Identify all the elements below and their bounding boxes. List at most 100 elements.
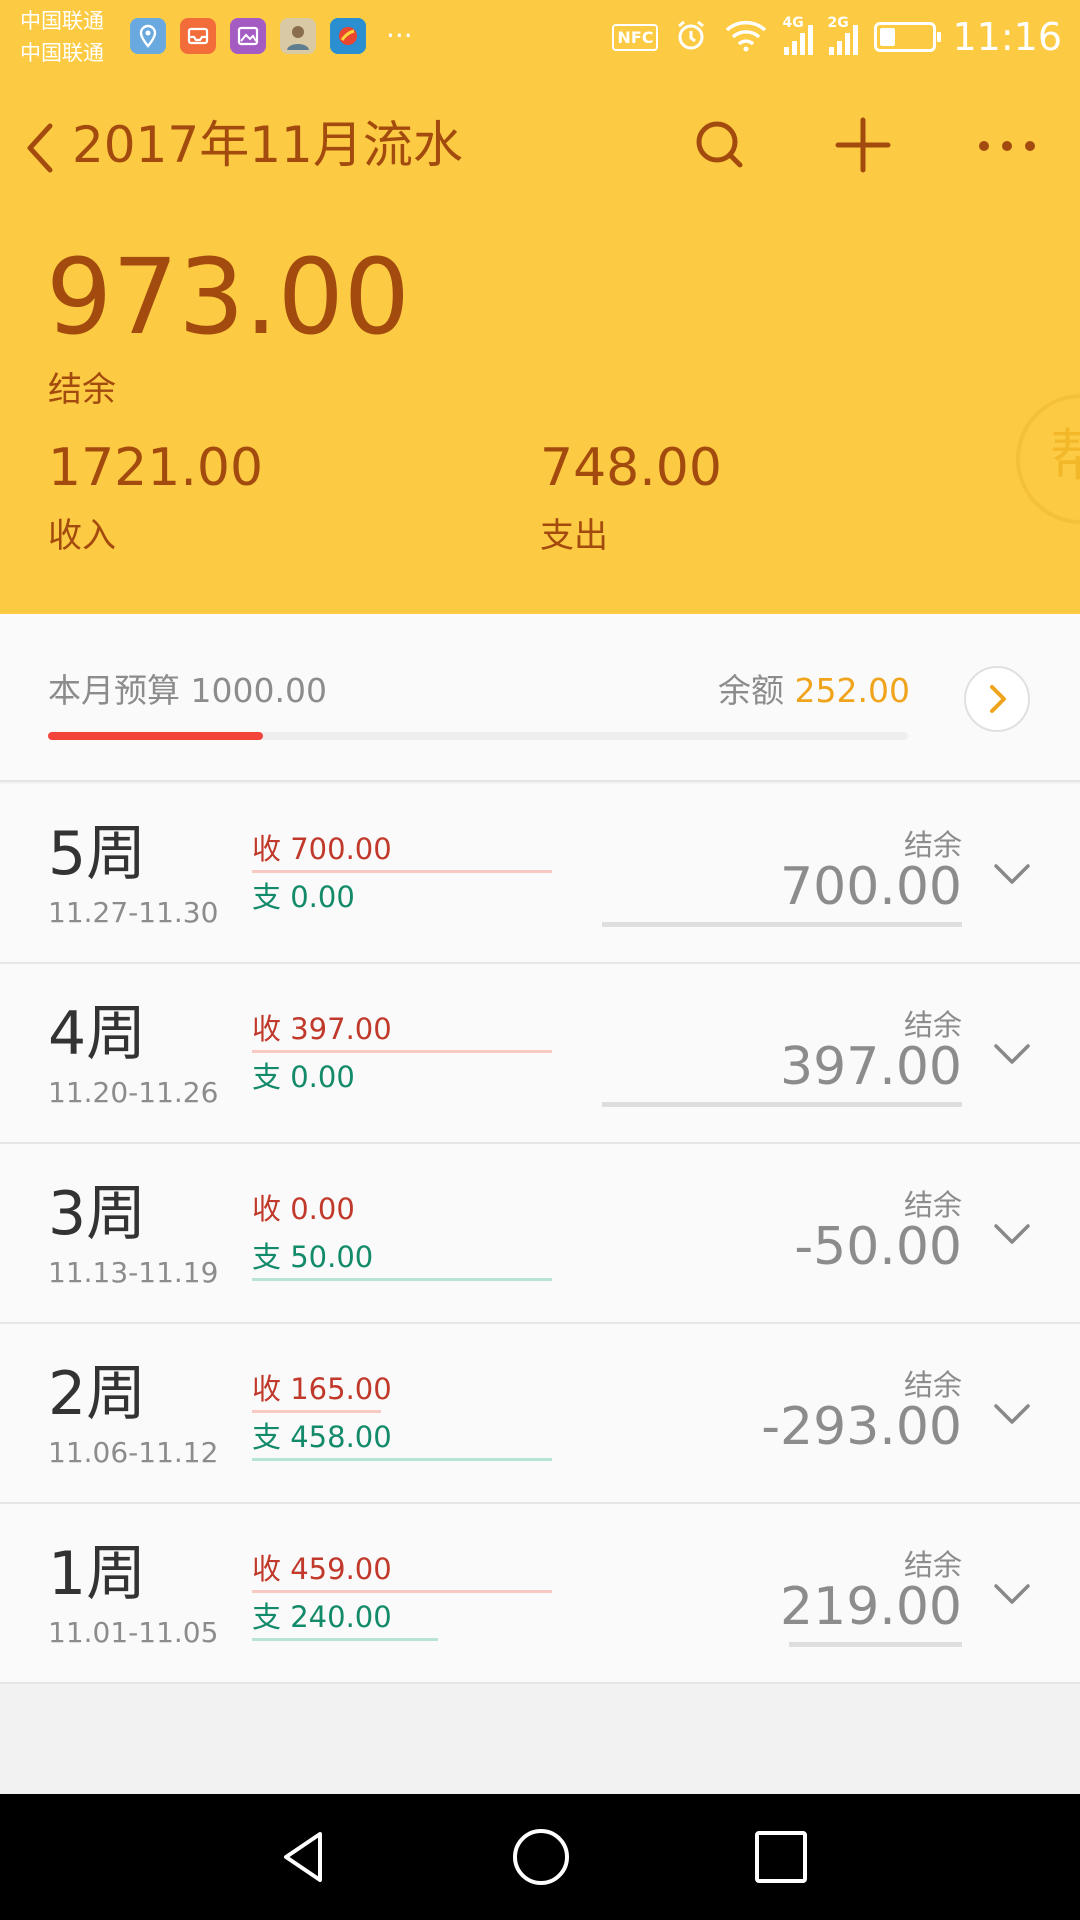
expand-week-button[interactable]	[990, 854, 1034, 894]
week-name: 2周	[48, 1359, 147, 1429]
nfc-icon: NFC	[612, 23, 659, 51]
more-button[interactable]	[974, 110, 1040, 180]
week-income-label: 收	[252, 1192, 282, 1226]
expense-amount: 748.00	[540, 438, 722, 498]
week-net-bar	[602, 922, 962, 927]
wifi-icon	[724, 18, 768, 56]
status-indicators: NFC 4G 2G 11:16	[612, 12, 1062, 62]
chevron-down-icon	[994, 1584, 1030, 1604]
week-net-value: 397.00	[780, 1037, 962, 1097]
week-income-label: 收	[252, 1012, 282, 1046]
week-net-value: 700.00	[780, 857, 962, 917]
week-income: 收 700.00	[252, 826, 392, 868]
expense-label: 支出	[540, 516, 608, 556]
week-dates: 11.06-11.12	[48, 1436, 219, 1469]
week-name: 1周	[48, 1539, 147, 1609]
week-income-label: 收	[252, 1552, 282, 1586]
square-recent-icon	[755, 1831, 807, 1883]
income-amount: 1721.00	[48, 438, 264, 498]
week-expense-value: 458.00	[290, 1420, 392, 1454]
week-expense-label: 支	[252, 1600, 282, 1634]
navigation-bar	[0, 1794, 1080, 1920]
notification-icons: ···	[130, 18, 413, 54]
week-income-value: 700.00	[290, 832, 392, 866]
week-income-bar	[252, 1050, 552, 1053]
budget-progress-track	[48, 732, 908, 740]
week-income-value: 0.00	[290, 1192, 355, 1226]
battery-level	[880, 28, 896, 46]
budget-progress-fill	[48, 732, 263, 740]
week-net-value: 219.00	[780, 1577, 962, 1637]
week-expense: 支 0.00	[252, 1054, 355, 1096]
nav-home-button[interactable]	[506, 1822, 576, 1892]
more-icon	[979, 141, 1035, 151]
add-button[interactable]	[830, 110, 896, 180]
chevron-down-icon	[994, 1404, 1030, 1424]
week-income-label: 收	[252, 832, 282, 866]
week-row[interactable]: 4周 11.20-11.26 收 397.00 支 0.00 结余 397.00	[0, 964, 1080, 1144]
week-expense-bar	[252, 1458, 552, 1461]
week-expense-label: 支	[252, 1060, 282, 1094]
chevron-down-icon	[994, 864, 1030, 884]
week-expense-value: 50.00	[290, 1240, 374, 1274]
expand-week-button[interactable]	[990, 1034, 1034, 1074]
chevron-right-icon	[990, 685, 1006, 713]
week-row[interactable]: 3周 11.13-11.19 收 0.00 支 50.00 结余 -50.00	[0, 1144, 1080, 1324]
week-dates: 11.13-11.19	[48, 1256, 219, 1289]
signal-2-label: 2G	[827, 15, 849, 31]
chevron-left-icon	[27, 123, 53, 173]
budget-label: 本月预算 1000.00	[48, 671, 327, 710]
location-icon	[130, 18, 166, 54]
week-row[interactable]: 1周 11.01-11.05 收 459.00 支 240.00 结余 219.00	[0, 1504, 1080, 1684]
week-expense-bar	[252, 1638, 438, 1641]
week-expense: 支 50.00	[252, 1234, 373, 1276]
week-income: 收 0.00	[252, 1186, 355, 1228]
week-name: 3周	[48, 1179, 147, 1249]
circle-home-icon	[513, 1829, 569, 1885]
plus-icon	[835, 117, 891, 173]
app-icon	[330, 18, 366, 54]
nav-back-button[interactable]	[270, 1822, 340, 1892]
week-expense-label: 支	[252, 1240, 282, 1274]
week-income-bar	[252, 1410, 381, 1413]
week-dates: 11.20-11.26	[48, 1076, 219, 1109]
page-title: 2017年11月流水	[72, 116, 463, 174]
clock: 11:16	[952, 15, 1062, 59]
week-name: 4周	[48, 999, 147, 1069]
floating-help-button[interactable]: 帮	[1016, 394, 1080, 524]
week-expense-value: 240.00	[290, 1600, 392, 1634]
carrier-2: 中国联通	[20, 41, 104, 65]
expand-week-button[interactable]	[990, 1574, 1034, 1614]
back-button[interactable]	[18, 116, 62, 180]
week-list: 5周 11.27-11.30 收 700.00 支 0.00 结余 700.00 4周 11.…	[0, 784, 1080, 1684]
signal-1-label: 4G	[782, 15, 804, 31]
week-income-value: 165.00	[290, 1372, 392, 1406]
balance-label: 结余	[48, 370, 116, 410]
expand-week-button[interactable]	[990, 1394, 1034, 1434]
triangle-back-icon	[284, 1832, 322, 1882]
budget-card[interactable]: 本月预算 1000.00 余额 252.00	[0, 614, 1080, 782]
alarm-icon	[674, 18, 708, 56]
week-row[interactable]: 5周 11.27-11.30 收 700.00 支 0.00 结余 700.00	[0, 784, 1080, 964]
week-income-value: 397.00	[290, 1012, 392, 1046]
remaining-value: 252.00	[794, 671, 910, 710]
week-net-bar	[789, 1642, 962, 1647]
search-icon	[696, 121, 743, 168]
expand-week-button[interactable]	[990, 1214, 1034, 1254]
nav-recent-button[interactable]	[746, 1822, 816, 1892]
more-notifications-icon: ···	[386, 19, 413, 52]
signal-2-icon: 2G	[827, 15, 859, 55]
chevron-down-icon	[994, 1044, 1030, 1064]
week-expense: 支 240.00	[252, 1594, 392, 1636]
week-income-label: 收	[252, 1372, 282, 1406]
week-income: 收 165.00	[252, 1366, 392, 1408]
week-dates: 11.01-11.05	[48, 1616, 219, 1649]
week-income-bar	[252, 870, 552, 873]
week-row[interactable]: 2周 11.06-11.12 收 165.00 支 458.00 结余 -293.00	[0, 1324, 1080, 1504]
week-expense: 支 0.00	[252, 874, 355, 916]
week-net-bar	[602, 1102, 962, 1107]
summary-header: 2017年11月流水 973.00 结余 1721.00 收入 748.00 支…	[0, 76, 1080, 614]
search-button[interactable]	[690, 110, 750, 180]
budget-detail-button[interactable]	[964, 666, 1030, 732]
week-expense-label: 支	[252, 880, 282, 914]
